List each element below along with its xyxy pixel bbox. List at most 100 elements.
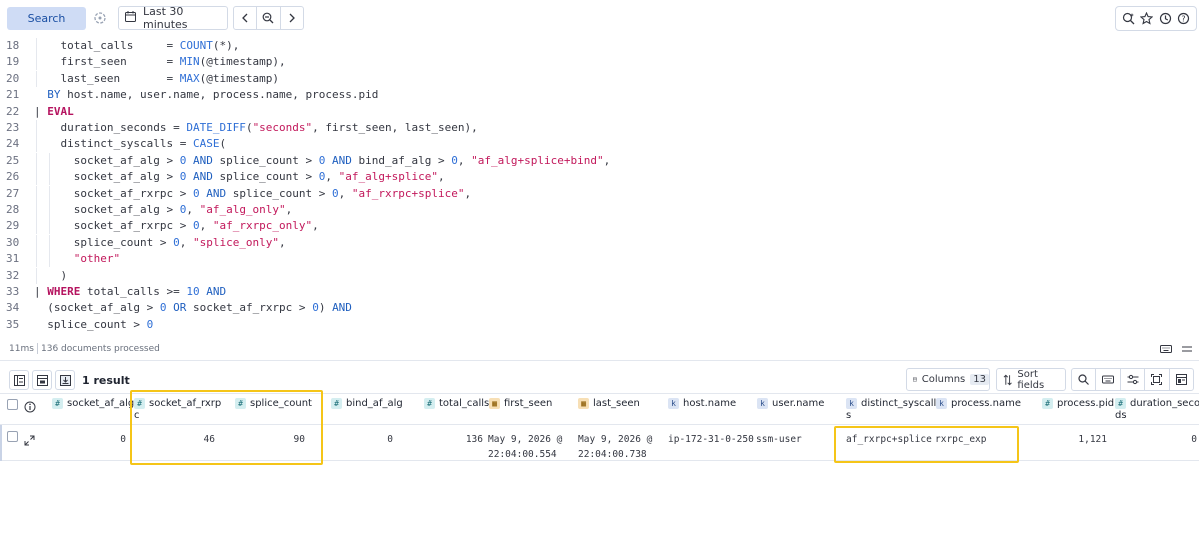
download-button[interactable] <box>55 370 75 390</box>
table-icon <box>36 374 48 386</box>
select-all-checkbox[interactable] <box>7 399 18 410</box>
cell-socket-af-rxrpc[interactable]: 46 <box>204 432 215 447</box>
info-icon[interactable] <box>24 398 36 417</box>
column-header-label-line: user.name <box>772 398 825 409</box>
column-header-distinct-syscalls[interactable]: k distinct_syscall s <box>846 398 936 422</box>
column-header-label-line: s <box>846 410 852 421</box>
star-icon[interactable] <box>1139 11 1154 26</box>
cell-distinct-syscalls[interactable]: af_rxrpc+splice <box>846 432 932 447</box>
columns-icon <box>913 377 917 382</box>
column-header-label-line: c <box>134 410 140 421</box>
code-token: , first_seen, last_seen), <box>312 121 478 134</box>
fullscreen-button[interactable] <box>1144 369 1168 390</box>
cell-last-seen[interactable]: May 9, 2026 @ 22:04:00.738 <box>578 432 652 462</box>
cell-host-name[interactable]: ip-172-31-0-250 <box>668 432 754 447</box>
code-line: 21 BY host.name, user.name, process.name… <box>0 87 1199 103</box>
sort-label: Sort fields <box>1017 368 1045 391</box>
code-token: 0 <box>332 186 339 200</box>
column-header-splice-count[interactable]: # splice_count <box>235 398 312 410</box>
cell-bind-af-alg[interactable]: 0 <box>387 432 393 447</box>
code-token: (@timestamp), <box>199 55 286 69</box>
code-line: 24 distinct_syscalls = CASE( <box>0 136 1199 153</box>
column-header-socket-af-rxrpc[interactable]: # socket_af_rxrp c <box>134 398 221 422</box>
code-token: socket_af_alg > <box>34 153 180 167</box>
column-header-label: bind_af_alg <box>346 398 403 410</box>
code-token: "af_alg+splice+bind" <box>471 153 604 167</box>
column-header-process-pid[interactable]: # process.pid <box>1042 398 1114 410</box>
keyboard-shortcuts-button[interactable] <box>1095 369 1119 390</box>
keyword-type-icon: k <box>846 398 857 409</box>
column-header-user-name[interactable]: k user.name <box>757 398 824 410</box>
table-row[interactable]: 0 46 90 0 136 May 9, 2026 @ 22:04:00.554 May 9… <box>0 425 1199 461</box>
expand-row-icon[interactable] <box>24 431 35 450</box>
code-token: total_calls = <box>34 39 180 52</box>
code-text: splice_count > 0, "splice_only", <box>34 235 286 251</box>
line-number: 20 <box>6 71 20 85</box>
code-token: (@timestamp) <box>199 71 280 85</box>
code-token: OR <box>173 301 187 315</box>
cell-process-pid[interactable]: 1,121 <box>1078 432 1107 447</box>
layout-button[interactable] <box>1168 369 1193 390</box>
cell-splice-count[interactable]: 90 <box>294 432 305 447</box>
table-view-button[interactable] <box>32 370 52 390</box>
column-header-label: distinct_syscall s <box>846 398 936 422</box>
results-toolbar: 1 result Columns 13 Sort fields <box>0 367 1199 393</box>
line-number: 19 <box>6 55 20 69</box>
keyboard-icon[interactable] <box>1160 343 1172 355</box>
refresh-icon[interactable] <box>91 9 109 27</box>
line-number: 32 <box>6 268 20 282</box>
column-header-last-seen[interactable]: ▦ last_seen <box>578 398 640 410</box>
help-icon[interactable]: ? <box>1176 11 1191 26</box>
code-token: "af_rxrpc+splice" <box>351 186 465 200</box>
history-icon[interactable] <box>1158 11 1173 26</box>
ai-assistant-icon[interactable] <box>1121 11 1136 26</box>
code-text: duration_seconds = DATE_DIFF("seconds", … <box>34 120 478 136</box>
column-header-label: socket_af_rxrp c <box>134 398 221 422</box>
code-token: distinct_syscalls = <box>34 137 193 151</box>
cell-duration-seconds[interactable]: 0 <box>1191 432 1197 447</box>
column-header-total-calls[interactable]: # total_calls <box>424 398 489 410</box>
columns-count-badge: 13 <box>970 374 989 385</box>
esql-editor[interactable]: 18 total_calls = COUNT(*), 19 first_seen … <box>0 37 1199 337</box>
column-header-bind-af-alg[interactable]: # bind_af_alg <box>331 398 403 410</box>
row-checkbox[interactable] <box>7 431 18 442</box>
inspect-button[interactable] <box>1072 369 1095 390</box>
code-token: socket_af_alg > <box>34 170 180 184</box>
column-header-duration-seconds[interactable]: # duration_secon ds <box>1115 398 1199 422</box>
panel-divider[interactable] <box>0 360 1199 361</box>
display-settings-button[interactable] <box>1119 369 1144 390</box>
code-token: AND <box>332 301 352 315</box>
cell-first-seen[interactable]: May 9, 2026 @ 22:04:00.554 <box>488 432 562 462</box>
code-token: last_seen = <box>34 71 180 85</box>
column-header-first-seen[interactable]: ▦ first_seen <box>489 398 552 410</box>
columns-button[interactable]: Columns 13 <box>906 368 990 391</box>
cell-socket-af-alg[interactable]: 0 <box>120 432 126 447</box>
sort-fields-button[interactable]: Sort fields <box>996 368 1066 391</box>
previous-period-button[interactable] <box>234 7 256 29</box>
code-token: 0 <box>312 301 319 315</box>
zoom-out-button[interactable] <box>256 7 279 29</box>
app-tools-group: ? <box>1115 6 1197 31</box>
line-number: 34 <box>6 301 20 315</box>
cell-user-name[interactable]: ssm-user <box>756 432 802 447</box>
next-period-button[interactable] <box>279 7 303 29</box>
keyboard-icon <box>1102 375 1115 384</box>
resize-handle-icon[interactable] <box>1181 343 1193 355</box>
expand-rows-button[interactable] <box>9 370 29 390</box>
code-token: , <box>285 203 293 216</box>
cell-process-name[interactable]: rxrpc_exp <box>935 432 986 447</box>
code-token: DATE_DIFF <box>186 121 246 134</box>
column-header-host-name[interactable]: k host.name <box>668 398 736 410</box>
cell-total-calls[interactable]: 136 <box>466 432 483 447</box>
date-picker[interactable]: Last 30 minutes <box>118 5 228 31</box>
line-number: 23 <box>6 121 20 134</box>
column-header-socket-af-alg[interactable]: # socket_af_alg <box>52 398 134 410</box>
code-token: 0 <box>451 153 458 167</box>
code-token: AND <box>206 285 227 298</box>
column-header-process-name[interactable]: k process.name <box>936 398 1021 410</box>
code-token: | <box>34 285 48 298</box>
search-button[interactable]: Search <box>7 7 86 30</box>
number-type-icon: # <box>235 398 246 409</box>
